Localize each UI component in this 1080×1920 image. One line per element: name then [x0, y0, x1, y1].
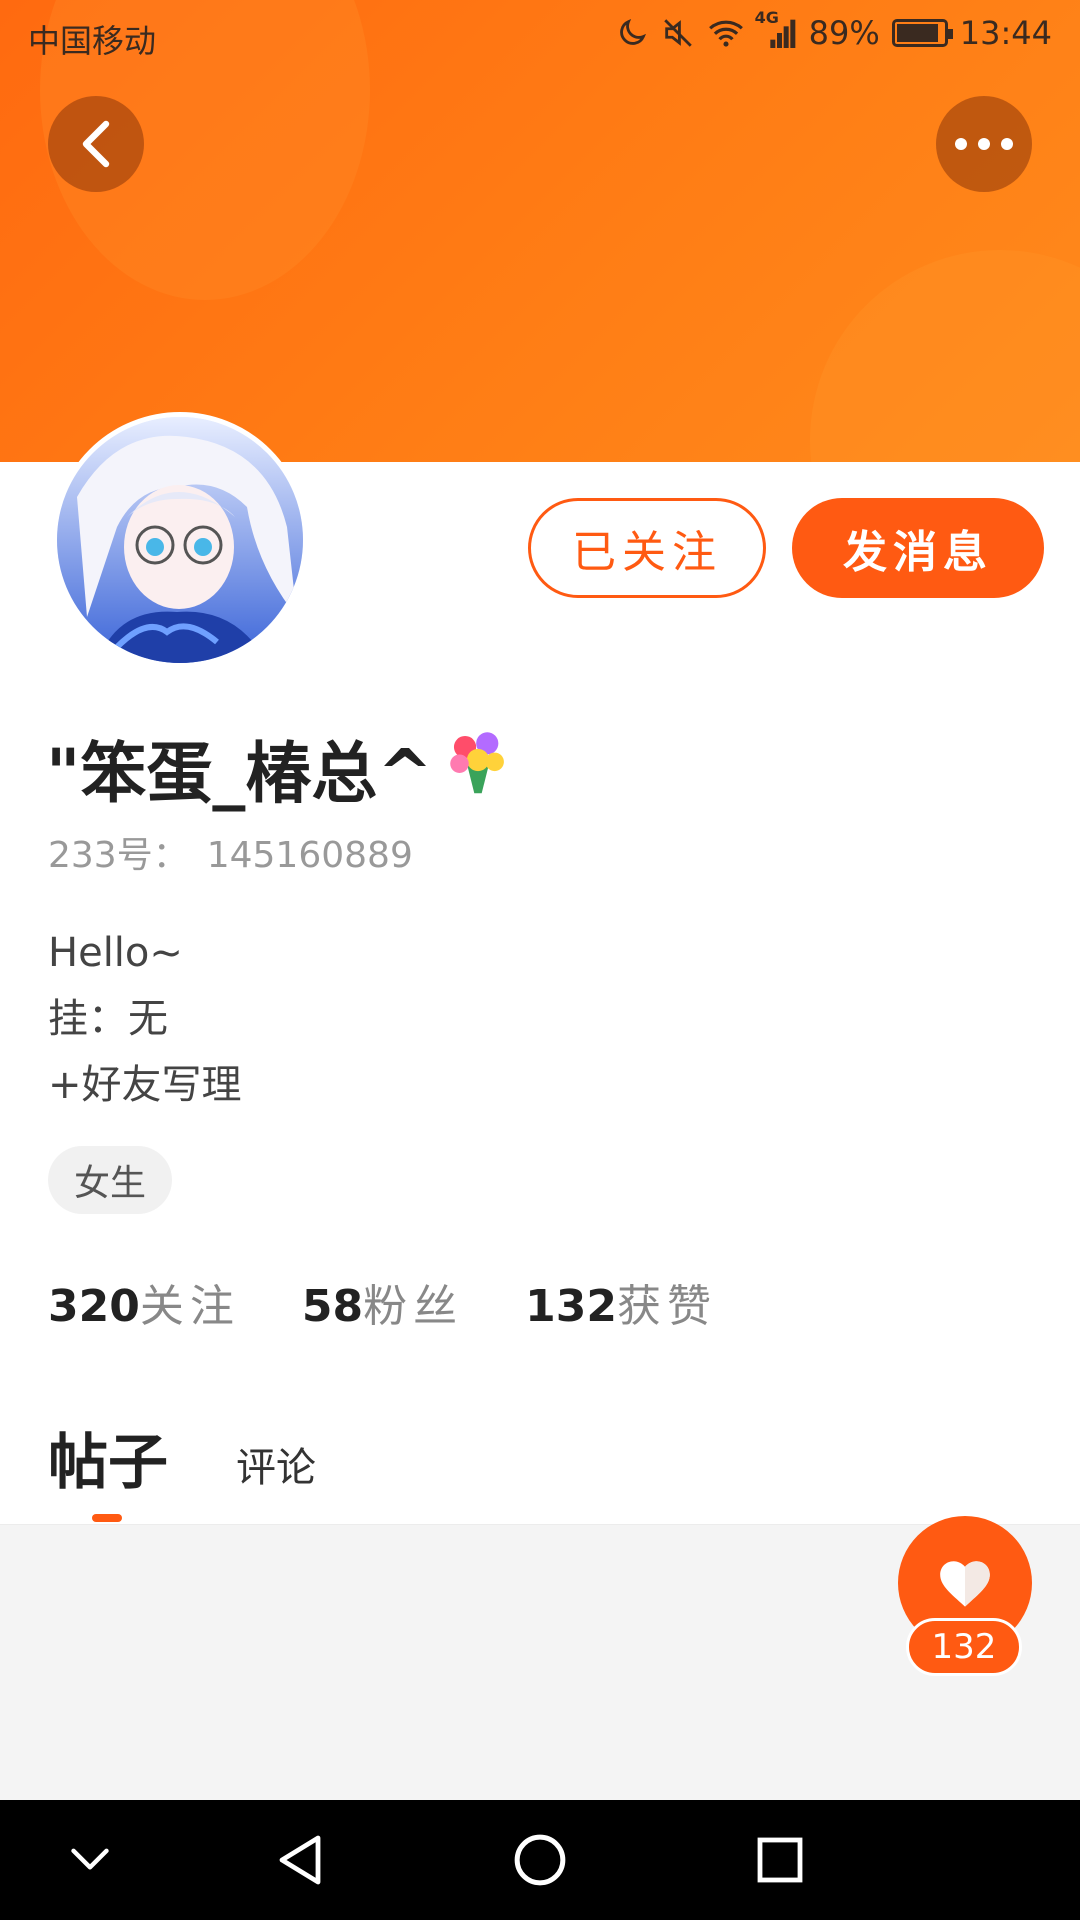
stats-row: 320关注 58粉丝 132获赞 [48, 1270, 717, 1334]
bio-line: +好友写理 [48, 1062, 242, 1108]
bio-line: Hello~ [48, 930, 183, 976]
fans-count: 58 [301, 1281, 364, 1332]
active-tab-indicator [92, 1514, 122, 1522]
chevron-down-icon [71, 1848, 109, 1870]
fans-label: 粉丝 [363, 1281, 464, 1332]
avatar[interactable] [52, 412, 308, 668]
avatar-image [57, 417, 303, 663]
circle-home-icon [514, 1834, 566, 1886]
chevron-left-icon [82, 120, 110, 168]
username: "笨蛋_椿总^ [46, 720, 515, 816]
gender-tag: 女生 [48, 1146, 173, 1214]
moon-icon [615, 16, 649, 50]
clock: 13:44 [959, 14, 1052, 52]
user-id-label: 233号： [48, 835, 189, 876]
user-id: 233号： 145160889 [48, 826, 413, 878]
square-recents-icon [757, 1837, 803, 1883]
more-button[interactable] [936, 96, 1032, 192]
battery-icon [891, 19, 953, 47]
back-button[interactable] [48, 96, 144, 192]
likes-stat[interactable]: 132获赞 [525, 1270, 717, 1334]
likes-count: 132 [525, 1281, 617, 1332]
wifi-icon [707, 16, 745, 50]
user-id-value: 145160889 [206, 835, 413, 876]
banner-decoration [810, 250, 1080, 462]
more-dots-icon [955, 138, 1013, 150]
system-nav-bar [0, 1800, 1080, 1920]
bio-line: 挂：无 [48, 996, 168, 1042]
username-text: "笨蛋_椿总^ [46, 735, 433, 812]
following-count: 320 [48, 1281, 140, 1332]
status-icons: 4G 89% 13:44 [615, 8, 1052, 52]
nav-home-button[interactable] [510, 1830, 570, 1890]
send-message-button[interactable]: 发消息 [792, 498, 1044, 598]
tab-comments[interactable]: 评论 [236, 1435, 316, 1501]
like-count-badge: 132 [906, 1618, 1022, 1676]
battery-percent: 89% [808, 14, 880, 52]
fans-stat[interactable]: 58粉丝 [302, 1270, 463, 1334]
carrier-label: 中国移动 [28, 22, 157, 60]
battery-fill [896, 24, 938, 42]
heart-icon [940, 1561, 990, 1607]
network-type: 4G [754, 8, 779, 27]
likes-label: 获赞 [616, 1281, 717, 1332]
followed-button[interactable]: 已关注 [528, 498, 766, 598]
signal-icon: 4G [755, 8, 797, 50]
bouquet-icon [441, 723, 515, 813]
triangle-back-icon [279, 1835, 321, 1885]
hide-nav-button[interactable] [60, 1830, 120, 1890]
bio: Hello~ 挂：无 +好友写理 [48, 920, 242, 1118]
profile-tabs: 帖子 评论 [48, 1414, 316, 1522]
mute-icon [661, 16, 695, 50]
status-bar: 中国移动 4G 89% 13:44 [0, 0, 1080, 72]
nav-recents-button[interactable] [750, 1830, 810, 1890]
tab-posts[interactable]: 帖子 [48, 1414, 168, 1522]
nav-back-button[interactable] [270, 1830, 330, 1890]
tab-posts-label: 帖子 [48, 1428, 168, 1498]
following-label: 关注 [139, 1281, 240, 1332]
following-stat[interactable]: 320关注 [48, 1270, 240, 1334]
